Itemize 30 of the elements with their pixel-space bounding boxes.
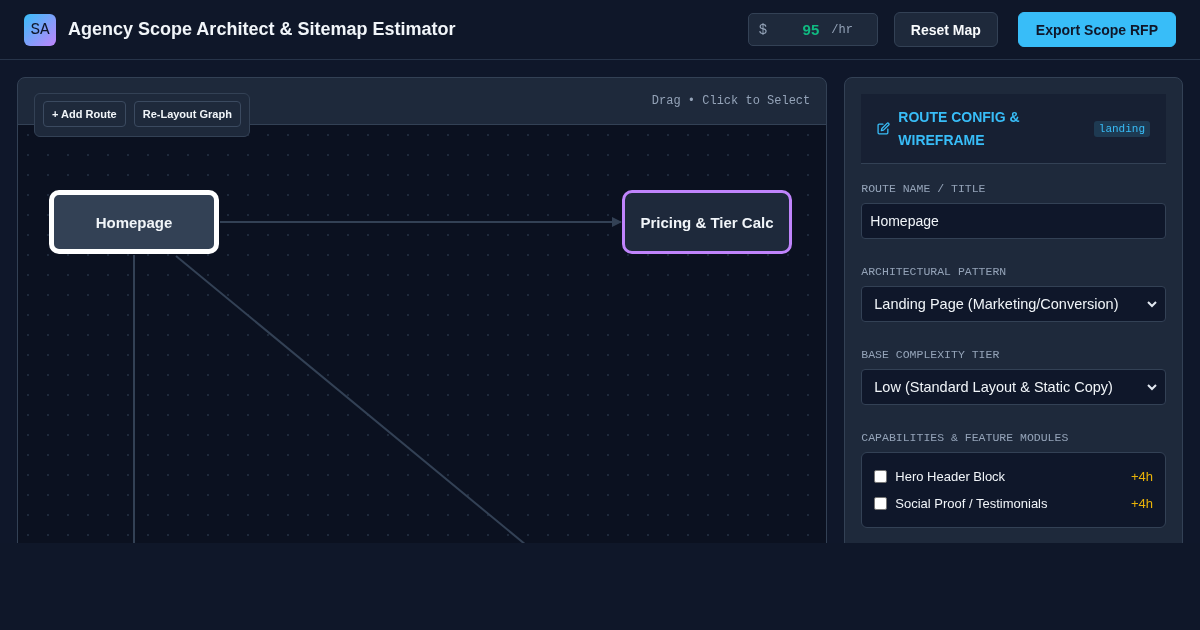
module-hours: +4h: [1130, 469, 1153, 484]
rate-input[interactable]: 95: [767, 21, 824, 38]
canvas-hint: Drag • Click to Select: [651, 94, 811, 108]
chevron-icon: [1147, 300, 1157, 308]
currency-symbol: $: [758, 21, 768, 38]
dropdown[interactable]: Landing Page (Marketing/Conversion): [861, 286, 1166, 322]
module-label: Social Proof / Testimonials: [895, 496, 1049, 511]
route-node[interactable]: Homepage: [49, 190, 219, 254]
checkbox[interactable]: [874, 470, 888, 483]
dropdown[interactable]: Low (Standard Layout & Static Copy): [861, 369, 1166, 405]
field-label: ARCHITECTURAL PATTERN: [861, 265, 1008, 278]
field-label: CAPABILITIES & FEATURE MODULES: [861, 431, 1070, 444]
reset-button[interactable]: Reset Map: [893, 12, 998, 47]
route-node[interactable]: Pricing & Tier Calc: [622, 190, 792, 254]
field-label: BASE COMPLEXITY TIER: [861, 348, 1001, 361]
rate-unit: /hr: [831, 22, 853, 37]
route-name-field[interactable]: Homepage: [861, 203, 1166, 239]
app-title: Agency Scope Architect & Sitemap Estimator: [68, 19, 456, 40]
module-label: Hero Header Block: [895, 469, 1007, 484]
module-hours: +4h: [1130, 496, 1153, 511]
toolbar-button[interactable]: Re-Layout Graph: [133, 101, 241, 127]
edit-icon: [877, 122, 891, 135]
checkbox[interactable]: [874, 497, 888, 510]
config-title: ROUTE CONFIG & WIREFRAME: [898, 108, 1021, 150]
chevron-icon: [1147, 383, 1157, 391]
app-logo: SA: [24, 13, 56, 46]
field-label: ROUTE NAME / TITLE: [861, 182, 987, 195]
export-button[interactable]: Export Scope RFP: [1017, 12, 1176, 47]
route-type-badge: landing: [1093, 120, 1150, 137]
toolbar-button[interactable]: + Add Route: [43, 101, 126, 127]
